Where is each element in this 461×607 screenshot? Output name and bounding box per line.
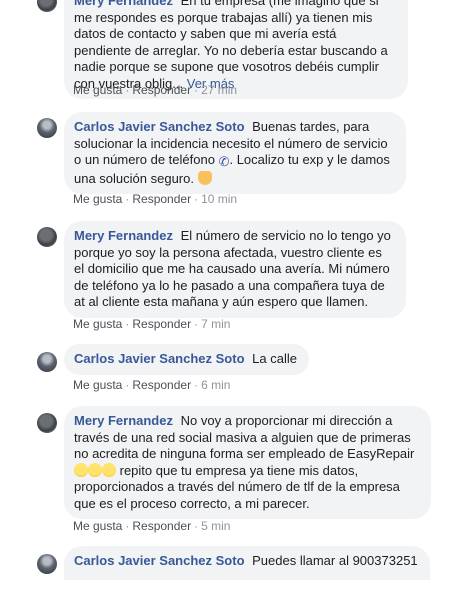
avatar[interactable] <box>37 413 57 433</box>
reply-button[interactable]: Responder <box>132 83 191 97</box>
comment-author[interactable]: Carlos Javier Sanchez Soto <box>74 119 245 134</box>
avatar[interactable] <box>37 554 57 574</box>
comment-actions: Me gusta · Responder · 6 min <box>73 378 230 392</box>
comment-text: La calle <box>252 351 297 366</box>
separator: · <box>125 192 130 206</box>
comment-author[interactable]: Carlos Javier Sanchez Soto <box>74 553 245 568</box>
separator: · <box>194 192 199 206</box>
comment-actions: Me gusta · Responder · 27 min <box>73 83 237 97</box>
separator: · <box>125 519 130 533</box>
reply-button[interactable]: Responder <box>132 519 191 533</box>
comment-bubble: Carlos Javier Sanchez Soto Buenas tardes… <box>64 112 406 194</box>
timestamp[interactable]: 7 min <box>201 317 230 331</box>
reply-button[interactable]: Responder <box>132 378 191 392</box>
comment-text: Puedes llamar al 900373251 <box>252 553 418 568</box>
separator: · <box>125 378 130 392</box>
like-button[interactable]: Me gusta <box>73 192 122 206</box>
comment-author[interactable]: Mery Fernandez <box>74 228 173 243</box>
laughing-emoji <box>88 462 102 477</box>
reply-button[interactable]: Responder <box>132 192 191 206</box>
pointing-hand-emoji <box>197 170 212 185</box>
like-button[interactable]: Me gusta <box>73 317 122 331</box>
comment-bubble: Mery Fernandez El número de servicio no … <box>64 221 406 318</box>
like-button[interactable]: Me gusta <box>73 519 122 533</box>
laughing-emoji <box>74 462 88 477</box>
timestamp[interactable]: 5 min <box>201 519 230 533</box>
separator: · <box>194 83 199 97</box>
laughing-emoji <box>102 462 116 477</box>
comment-actions: Me gusta · Responder · 10 min <box>73 192 237 206</box>
reply-button[interactable]: Responder <box>132 317 191 331</box>
timestamp[interactable]: 10 min <box>201 192 237 206</box>
timestamp[interactable]: 6 min <box>201 378 230 392</box>
comment-author[interactable]: Mery Fernandez <box>74 0 173 8</box>
avatar[interactable] <box>37 118 57 138</box>
comment-bubble: Carlos Javier Sanchez Soto Puedes llamar… <box>64 546 430 580</box>
phone-icon: ✆ <box>218 154 230 169</box>
like-button[interactable]: Me gusta <box>73 83 122 97</box>
comment-actions: Me gusta · Responder · 7 min <box>73 317 230 331</box>
avatar[interactable] <box>37 0 57 12</box>
avatar[interactable] <box>37 352 57 372</box>
comment-bubble: Mery Fernandez No voy a proporcionar mi … <box>64 406 431 519</box>
comment-author[interactable]: Mery Fernandez <box>74 413 173 428</box>
like-button[interactable]: Me gusta <box>73 378 122 392</box>
separator: · <box>194 519 199 533</box>
separator: · <box>125 83 130 97</box>
timestamp[interactable]: 27 min <box>201 83 237 97</box>
comment-text-continued: repito que tu empresa ya tiene mis datos… <box>74 462 400 511</box>
comment-actions: Me gusta · Responder · 5 min <box>73 519 230 533</box>
comment-bubble: Carlos Javier Sanchez Soto La calle <box>64 344 309 375</box>
avatar[interactable] <box>37 227 57 247</box>
separator: · <box>125 317 130 331</box>
comment-author[interactable]: Carlos Javier Sanchez Soto <box>74 351 245 366</box>
separator: · <box>194 378 199 392</box>
comment-thread: Mery Fernandez En tu empresa (me imagino… <box>0 0 461 607</box>
separator: · <box>194 317 199 331</box>
